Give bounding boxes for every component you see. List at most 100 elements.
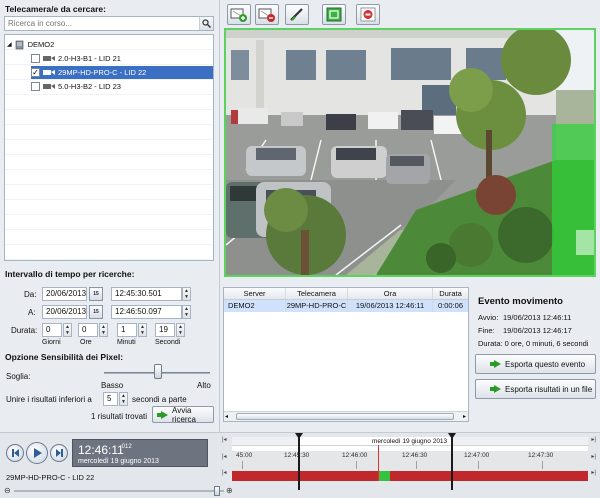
timeline-next-icon[interactable]: ▸| bbox=[591, 436, 596, 443]
calendar-icon[interactable]: 15 bbox=[89, 287, 103, 301]
duration-hours-spinner[interactable]: ▲ ▼ bbox=[99, 323, 108, 337]
tree-camera-row[interactable]: 5.0-H3-B2 - LID 23 bbox=[31, 80, 211, 93]
tree-camera-row-selected[interactable]: ✓ 29MP-HD-PRO-C - LID 22 bbox=[31, 66, 213, 79]
tree-camera-row[interactable]: 2.0-H3-B1 - LID 21 bbox=[31, 52, 211, 65]
tick-mark bbox=[242, 461, 243, 469]
timeline-date: mercoledì 19 giugno 2013 bbox=[372, 438, 448, 445]
to-time-field[interactable]: 12:46:50.097 bbox=[111, 305, 182, 319]
camera-icon bbox=[43, 83, 55, 89]
zoom-slider-track[interactable] bbox=[14, 490, 224, 492]
playhead[interactable] bbox=[378, 445, 379, 481]
export-results-label: Esporta risultati in un file bbox=[505, 384, 593, 394]
server-icon bbox=[15, 40, 23, 49]
clear-region-button[interactable] bbox=[356, 4, 380, 25]
motion-event-marker[interactable] bbox=[378, 471, 390, 481]
column-camera[interactable]: Telecamera bbox=[286, 288, 348, 299]
merge-label: Unire i risultati inferiori a bbox=[6, 395, 92, 404]
results-table: Server Telecamera Ora Durata DEMO2 29MP-… bbox=[223, 287, 469, 422]
range-end-marker[interactable] bbox=[451, 436, 453, 490]
calendar-icon[interactable]: 15 bbox=[89, 305, 103, 319]
camera-video-view[interactable] bbox=[224, 28, 596, 277]
event-start-label: Avvio: bbox=[478, 313, 499, 322]
range-start-marker[interactable] bbox=[298, 436, 300, 490]
scroll-left-icon[interactable]: ◂ bbox=[225, 413, 228, 420]
from-date-field[interactable]: 20/06/2013 bbox=[42, 287, 87, 301]
table-row[interactable]: DEMO2 29MP-HD-PRO-C 19/06/2013 12:46:11 … bbox=[224, 300, 468, 312]
range-end-handle[interactable] bbox=[448, 433, 456, 439]
seconds-unit-label: Secondi bbox=[155, 339, 181, 346]
scroll-thumb[interactable] bbox=[236, 413, 454, 420]
duration-days-field[interactable]: 0 bbox=[42, 323, 62, 337]
timeline-rewind-icon[interactable]: |◂ bbox=[222, 453, 227, 460]
timeline-start-icon[interactable]: |◂ bbox=[222, 469, 227, 476]
playback-ms: .012 bbox=[120, 444, 132, 450]
step-back-icon bbox=[11, 449, 19, 457]
tick-label: 12:47:00 bbox=[464, 452, 490, 459]
step-back-button[interactable] bbox=[6, 444, 24, 462]
merge-seconds-spinner[interactable]: ▲ ▼ bbox=[119, 392, 128, 406]
draw-region-button[interactable] bbox=[285, 4, 309, 25]
camera-label: 5.0-H3-B2 - LID 23 bbox=[58, 82, 121, 91]
panel-divider bbox=[219, 0, 220, 432]
event-end-label: Fine: bbox=[478, 326, 495, 335]
select-all-region-button[interactable] bbox=[322, 4, 346, 25]
threshold-high-label: Alto bbox=[197, 381, 211, 390]
column-time[interactable]: Ora bbox=[348, 288, 433, 299]
scroll-right-icon[interactable]: ▸ bbox=[463, 413, 466, 420]
days-unit-label: Giorni bbox=[42, 339, 61, 346]
camera-search-title: Telecamera/e da cercare: bbox=[5, 4, 106, 14]
tree-root-server[interactable]: ◢ DEMO2 bbox=[7, 38, 54, 51]
add-camera-button[interactable] bbox=[227, 4, 251, 25]
event-title: Evento movimento bbox=[478, 296, 563, 307]
zoom-slider-thumb[interactable] bbox=[214, 486, 220, 496]
remove-camera-button[interactable] bbox=[255, 4, 279, 25]
table-scrollbar[interactable]: ◂ ▸ bbox=[224, 411, 468, 421]
from-time-field[interactable]: 12:45:30.501 bbox=[111, 287, 182, 301]
tick-mark bbox=[356, 461, 357, 469]
duration-minutes-spinner[interactable]: ▲ ▼ bbox=[138, 323, 147, 337]
sensitivity-title: Opzione Sensibilità dei Pixel: bbox=[5, 352, 124, 362]
camera-label: 29MP-HD-PRO-C - LID 22 bbox=[58, 68, 147, 77]
threshold-low-label: Basso bbox=[101, 381, 124, 390]
event-end: 19/06/2013 12:46:17 bbox=[503, 326, 572, 335]
playback-bar: 12:46:11 .012 mercoledì 19 giugno 2013 2… bbox=[0, 432, 600, 498]
duration-hours-field[interactable]: 0 bbox=[78, 323, 98, 337]
cell-server: DEMO2 bbox=[224, 300, 286, 312]
camera-checkbox[interactable] bbox=[31, 54, 40, 63]
range-start-handle[interactable] bbox=[295, 433, 303, 439]
add-camera-icon bbox=[230, 8, 247, 22]
from-label: Da: bbox=[24, 290, 37, 299]
from-time-spinner[interactable]: ▲ ▼ bbox=[182, 287, 191, 301]
export-results-button[interactable]: Esporta risultati in un file bbox=[475, 379, 596, 399]
zoom-out-icon[interactable]: ⊖ bbox=[4, 486, 11, 495]
playback-time: 12:46:11 bbox=[78, 443, 124, 457]
column-duration[interactable]: Durata bbox=[433, 288, 468, 299]
threshold-slider-thumb[interactable] bbox=[154, 364, 162, 379]
camera-icon bbox=[43, 55, 55, 61]
start-search-button[interactable]: Avvia ricerca bbox=[152, 406, 214, 424]
camera-icon bbox=[43, 69, 55, 75]
timeline[interactable]: mercoledì 19 giugno 2013 45:00 12:45:30 … bbox=[232, 433, 588, 498]
merge-seconds-field[interactable]: 5 bbox=[103, 392, 118, 406]
duration-seconds-field[interactable]: 19 bbox=[155, 323, 175, 337]
select-region-icon bbox=[326, 7, 342, 22]
timeline-prev-icon[interactable]: |◂ bbox=[222, 436, 227, 443]
step-forward-button[interactable] bbox=[50, 444, 68, 462]
timeline-end-icon[interactable]: ▸| bbox=[591, 469, 596, 476]
duration-days-spinner[interactable]: ▲ ▼ bbox=[63, 323, 72, 337]
collapse-arrow-icon[interactable]: ◢ bbox=[7, 41, 12, 48]
tick-label: 12:47:30 bbox=[528, 452, 554, 459]
export-event-button[interactable]: Esporta questo evento bbox=[475, 354, 596, 374]
timeline-forward-icon[interactable]: ▸| bbox=[591, 453, 596, 460]
camera-search-input[interactable] bbox=[5, 17, 199, 30]
camera-checkbox[interactable] bbox=[31, 82, 40, 91]
to-time-spinner[interactable]: ▲ ▼ bbox=[182, 305, 191, 319]
duration-minutes-field[interactable]: 1 bbox=[117, 323, 137, 337]
to-date-field[interactable]: 20/06/2013 bbox=[42, 305, 87, 319]
play-button[interactable] bbox=[26, 442, 48, 464]
search-button[interactable] bbox=[199, 17, 213, 30]
duration-seconds-spinner[interactable]: ▲ ▼ bbox=[176, 323, 185, 337]
column-server[interactable]: Server bbox=[224, 288, 286, 299]
camera-checkbox[interactable]: ✓ bbox=[31, 68, 40, 77]
time-display: 12:46:11 .012 mercoledì 19 giugno 2013 bbox=[72, 439, 208, 467]
